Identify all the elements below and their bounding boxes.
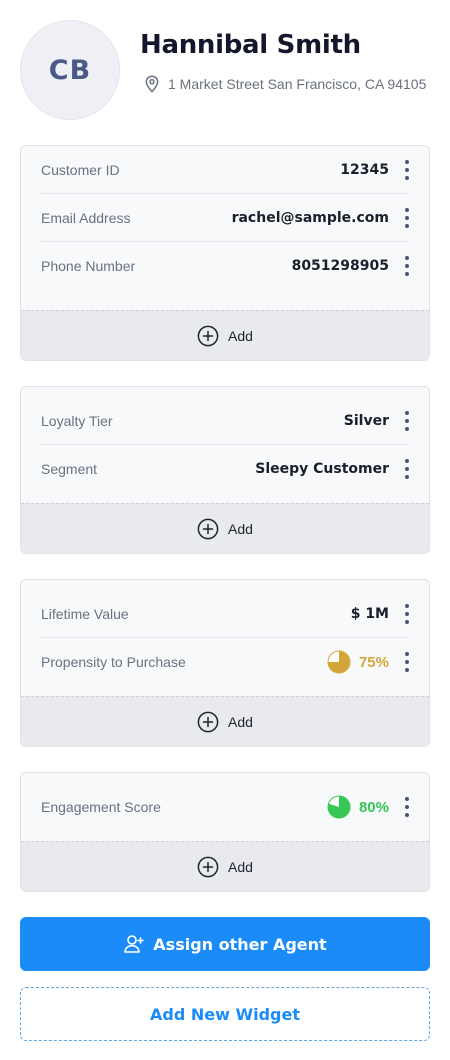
customer-id-row: Customer ID 12345 <box>41 146 409 194</box>
add-field-button[interactable]: Add <box>21 696 429 746</box>
field-label: Engagement Score <box>41 799 161 815</box>
add-widget-label: Add New Widget <box>150 1004 300 1024</box>
customer-address: 1 Market Street San Francisco, CA 94105 <box>168 76 427 92</box>
propensity-metric: 75% <box>327 650 389 674</box>
field-label: Loyalty Tier <box>41 412 113 429</box>
loyalty-tier-value: Silver <box>343 412 389 429</box>
add-label: Add <box>228 858 253 875</box>
lifetime-value: $ 1M <box>350 605 389 622</box>
add-label: Add <box>228 713 253 730</box>
segment-row: Segment Sleepy Customer <box>41 445 409 493</box>
add-widget-button[interactable]: Add New Widget <box>20 987 430 1041</box>
lifetime-value-row: Lifetime Value $ 1M <box>41 590 409 638</box>
engagement-row: Engagement Score 80% <box>41 783 409 831</box>
add-field-button[interactable]: Add <box>21 310 429 360</box>
more-options-icon[interactable] <box>403 207 411 228</box>
plus-circle-icon <box>197 518 219 539</box>
segment-value: Sleepy Customer <box>255 461 389 477</box>
more-options-icon[interactable] <box>403 797 411 817</box>
more-options-icon[interactable] <box>403 652 411 672</box>
field-label: Email Address <box>41 209 131 226</box>
map-pin-icon <box>145 75 159 93</box>
loyalty-tier-row: Loyalty Tier Silver <box>41 397 409 445</box>
engagement-card: Engagement Score 80% Add <box>20 772 430 892</box>
add-field-button[interactable]: Add <box>21 841 429 891</box>
value-card: Lifetime Value $ 1M Propensity to Purcha… <box>20 579 430 747</box>
email-value: rachel@sample.com <box>231 209 389 226</box>
add-label: Add <box>228 327 253 344</box>
engagement-metric: 80% <box>327 795 389 819</box>
field-label: Customer ID <box>41 161 120 178</box>
loyalty-card: Loyalty Tier Silver Segment Sleepy Custo… <box>20 386 430 554</box>
add-label: Add <box>228 520 253 537</box>
more-options-icon[interactable] <box>403 256 411 276</box>
avatar: CB <box>20 20 120 120</box>
add-user-icon <box>124 935 145 953</box>
phone-row: Phone Number 8051298905 <box>41 242 409 290</box>
assign-agent-button[interactable]: Assign other Agent <box>20 917 430 971</box>
pie-progress-icon <box>327 650 351 674</box>
engagement-value: 80% <box>358 798 389 816</box>
field-label: Lifetime Value <box>41 605 129 622</box>
propensity-value: 75% <box>358 653 389 671</box>
plus-circle-icon <box>197 325 219 346</box>
more-options-icon[interactable] <box>403 459 411 479</box>
identity-card: Customer ID 12345 Email Address rachel@s… <box>20 145 430 361</box>
field-label: Segment <box>41 461 98 477</box>
plus-circle-icon <box>197 856 219 877</box>
field-label: Propensity to Purchase <box>41 654 186 670</box>
customer-name: Hannibal Smith <box>140 30 361 60</box>
assign-agent-label: Assign other Agent <box>153 934 327 954</box>
propensity-row: Propensity to Purchase 75% <box>41 638 409 686</box>
customer-id-value: 12345 <box>340 161 389 178</box>
profile-header: CB Hannibal Smith 1 Market Street San Fr… <box>20 20 430 120</box>
pie-progress-icon <box>327 795 351 819</box>
more-options-icon[interactable] <box>403 603 411 624</box>
address-row: 1 Market Street San Francisco, CA 94105 <box>142 74 432 94</box>
more-options-icon[interactable] <box>403 159 411 180</box>
phone-value: 8051298905 <box>291 258 389 274</box>
email-row: Email Address rachel@sample.com <box>41 194 409 242</box>
field-label: Phone Number <box>41 258 136 274</box>
more-options-icon[interactable] <box>403 410 411 431</box>
add-field-button[interactable]: Add <box>21 503 429 553</box>
plus-circle-icon <box>197 711 219 732</box>
